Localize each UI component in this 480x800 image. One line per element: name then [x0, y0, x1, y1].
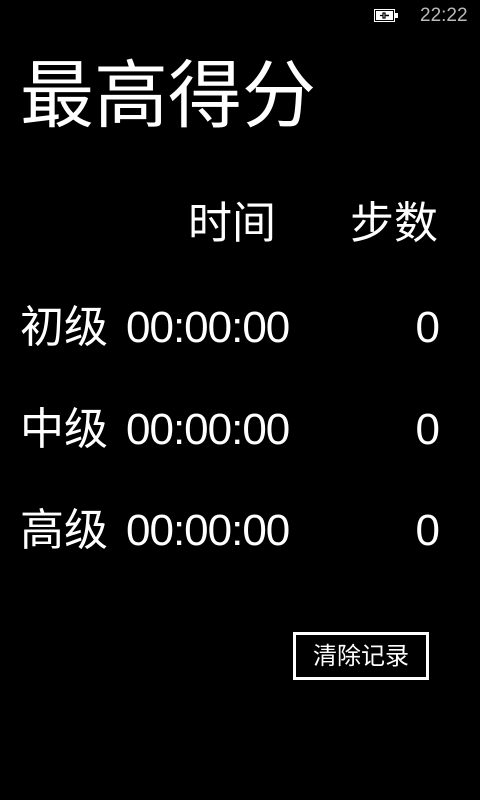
status-bar: 22:22: [0, 0, 480, 32]
row-steps-value: 0: [415, 506, 440, 555]
row-steps-value: 0: [415, 405, 440, 454]
score-row-intermediate: 中级 00:00:00 0: [0, 400, 480, 460]
column-header-time: 时间: [188, 198, 276, 249]
battery-charging-icon: [374, 9, 398, 22]
status-time: 22:22: [420, 5, 468, 26]
row-time-value: 00:00:00: [126, 405, 290, 454]
row-steps-value: 0: [415, 303, 440, 352]
row-level-label: 高级: [20, 505, 108, 556]
column-header-steps: 步数: [350, 198, 438, 249]
page-title: 最高得分: [20, 53, 316, 139]
row-time-value: 00:00:00: [126, 303, 290, 352]
row-level-label: 中级: [20, 404, 108, 455]
score-row-beginner: 初级 00:00:00 0: [0, 298, 480, 358]
score-row-advanced: 高级 00:00:00 0: [0, 501, 480, 561]
row-time-value: 00:00:00: [126, 506, 290, 555]
clear-records-button[interactable]: 清除记录: [293, 632, 429, 680]
row-level-label: 初级: [20, 302, 108, 353]
